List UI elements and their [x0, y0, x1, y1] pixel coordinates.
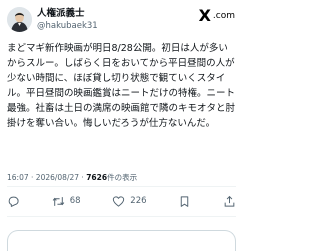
post-text: まどマギ新作映画が明日8/28公開。初日は人が多いからスルー。しばらく日をおいて…	[7, 43, 236, 129]
meta-separator-2: ·	[81, 173, 84, 182]
post-meta: 16:07 · 2026/08/27 · 7626件の表示	[7, 173, 137, 183]
display-name[interactable]: 人権派義士	[37, 8, 85, 20]
logo-suffix: .com	[212, 11, 235, 21]
post-date[interactable]: 2026/08/27	[36, 173, 79, 182]
views-count: 7626	[86, 173, 108, 182]
views-label: 件の表示	[107, 173, 138, 182]
retweet-button[interactable]: 68	[52, 195, 81, 208]
reply-icon	[8, 196, 19, 207]
share-icon	[224, 195, 235, 207]
avatar[interactable]	[7, 7, 32, 32]
tweet-card: 人権派義士 @hakubaek31 X .com まどマギ新作映画が明日8/28…	[0, 0, 243, 251]
retweet-icon	[52, 196, 65, 206]
like-button[interactable]: 226	[112, 195, 147, 208]
bottom-input-bar[interactable]	[7, 230, 236, 251]
x-logo-icon: X	[198, 6, 211, 25]
share-button[interactable]	[223, 195, 236, 208]
retweet-count: 68	[69, 196, 81, 206]
action-bar: 68 226	[7, 193, 236, 209]
x-com-logo: X .com	[199, 8, 235, 24]
divider-bottom	[7, 216, 236, 217]
reply-button[interactable]	[7, 195, 20, 208]
post-time[interactable]: 16:07	[7, 173, 29, 182]
bookmark-icon	[181, 195, 189, 207]
heart-icon	[113, 195, 125, 207]
bookmark-button[interactable]	[178, 195, 191, 208]
like-count: 226	[130, 196, 147, 206]
meta-separator: ·	[31, 173, 34, 182]
avatar-portrait-icon	[7, 7, 32, 32]
divider-top	[7, 186, 236, 187]
user-handle[interactable]: @hakubaek31	[37, 21, 98, 32]
